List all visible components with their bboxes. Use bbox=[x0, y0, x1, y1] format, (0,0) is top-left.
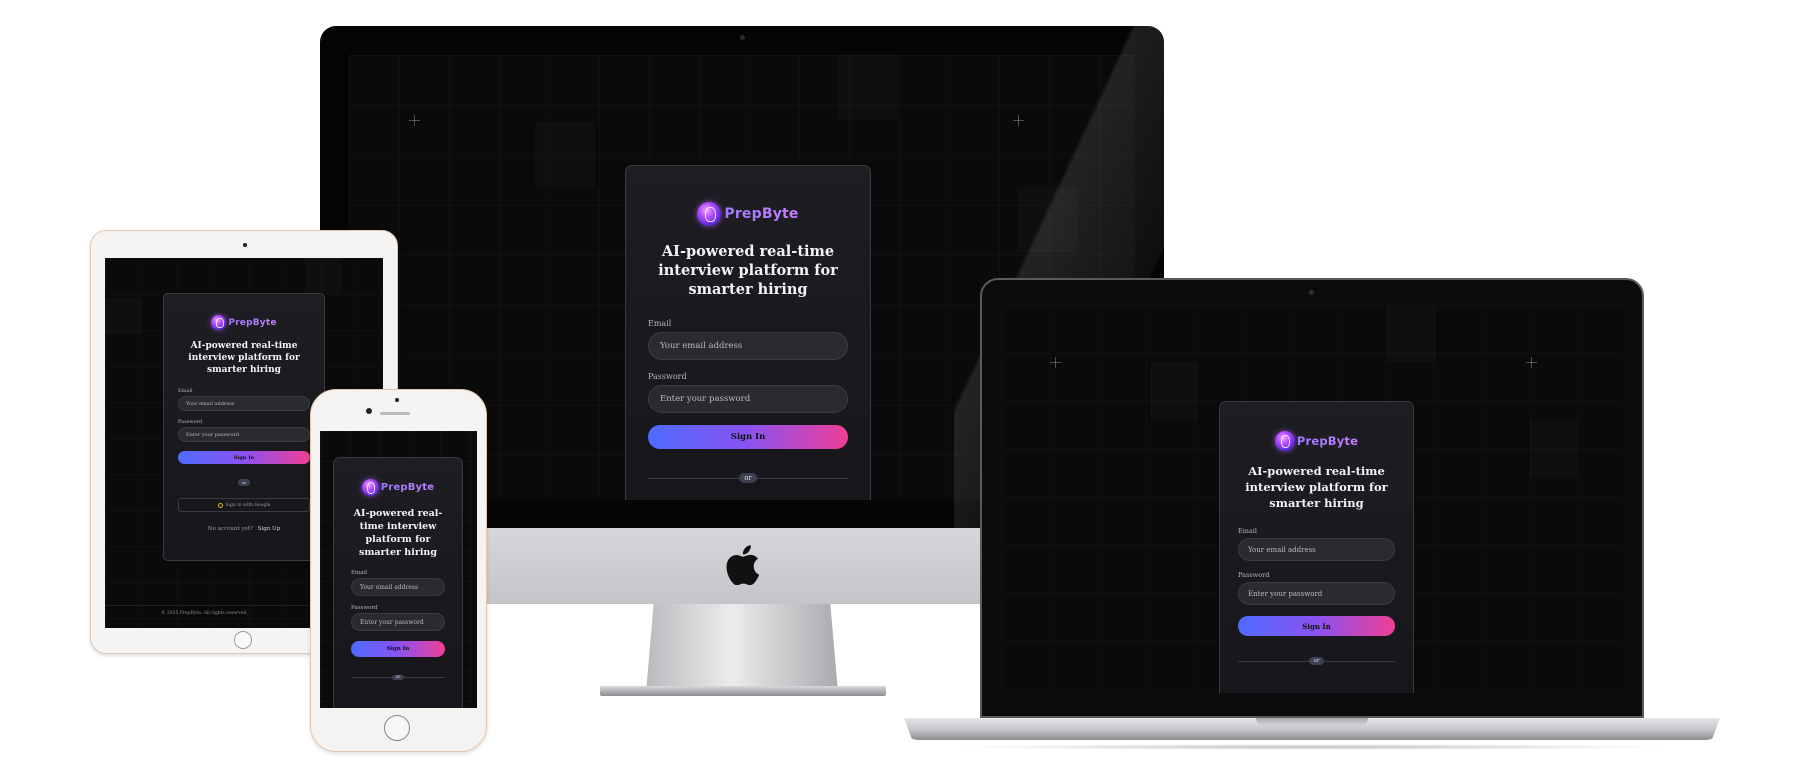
webcam-dot bbox=[740, 35, 745, 40]
brand-logo: PrepByte bbox=[1220, 431, 1413, 451]
background-tile bbox=[105, 298, 141, 334]
sign-in-button[interactable]: Sign In bbox=[178, 451, 310, 464]
or-pill: or bbox=[739, 473, 757, 483]
page-title: AI-powered real-time interview platform … bbox=[188, 341, 300, 375]
brand-name: PrepByte bbox=[724, 206, 799, 222]
tablet-home-button bbox=[234, 631, 252, 649]
or-divider: or bbox=[648, 472, 848, 484]
google-button-label: Sign in with Google bbox=[225, 502, 271, 508]
email-field[interactable]: Your email address bbox=[648, 332, 848, 360]
sign-in-card: PrepByte AI-powered real-time interview … bbox=[625, 165, 871, 500]
background-tile bbox=[305, 258, 341, 294]
or-divider: or bbox=[178, 478, 310, 486]
sign-in-button[interactable]: Sign In bbox=[648, 425, 848, 449]
password-label: Password bbox=[351, 605, 378, 611]
brand-name: PrepByte bbox=[228, 317, 277, 328]
brand-logo: PrepByte bbox=[164, 315, 324, 330]
sign-in-button[interactable]: Sign In bbox=[351, 641, 445, 657]
crosshair-decoration bbox=[1050, 357, 1061, 368]
brand-logo-icon bbox=[211, 315, 227, 330]
background-tile bbox=[1150, 362, 1198, 420]
phone-screen: PrepByte AI-powered real-time interview … bbox=[320, 431, 477, 708]
brand-logo-icon bbox=[697, 202, 722, 226]
password-field[interactable]: Enter your password bbox=[178, 427, 310, 442]
crosshair-decoration bbox=[1526, 357, 1537, 368]
or-pill: or bbox=[1308, 657, 1325, 665]
email-field[interactable]: Your email address bbox=[178, 396, 310, 411]
laptop-hinge-notch bbox=[1256, 718, 1368, 726]
google-sign-in-button[interactable]: Sign in with Google bbox=[178, 498, 310, 512]
or-divider: or bbox=[351, 673, 445, 681]
email-placeholder: Your email address bbox=[186, 400, 235, 407]
brand-logo-icon bbox=[361, 479, 379, 496]
monitor-stand-base bbox=[600, 686, 886, 696]
crosshair-decoration bbox=[409, 115, 420, 126]
laptop-screen: PrepByte AI-powered real-time interview … bbox=[1002, 305, 1623, 693]
password-placeholder: Enter your password bbox=[1248, 589, 1323, 598]
password-field[interactable]: Enter your password bbox=[351, 613, 445, 631]
footer-copyright: © 2025 PrepByte. All rights reserved. bbox=[161, 611, 248, 616]
email-placeholder: Your email address bbox=[360, 583, 419, 591]
brand-logo: PrepByte bbox=[334, 479, 462, 496]
sign-in-card: PrepByte AI-powered real-time interview … bbox=[1219, 401, 1414, 693]
brand-logo-icon bbox=[1274, 431, 1295, 451]
brand-name: PrepByte bbox=[1296, 434, 1359, 448]
page-title: AI-powered real-time interview platform … bbox=[658, 243, 838, 298]
sign-in-button[interactable]: Sign In bbox=[1238, 616, 1395, 636]
phone-sensor bbox=[366, 408, 372, 414]
device-mockup-stage: PrepByte AI-powered real-time interview … bbox=[0, 0, 1800, 760]
email-placeholder: Your email address bbox=[1248, 545, 1316, 554]
password-placeholder: Enter your password bbox=[360, 618, 424, 626]
email-label: Email bbox=[648, 319, 672, 328]
sign-in-card: PrepByte AI-powered real-time interview … bbox=[163, 293, 325, 561]
brand-logo: PrepByte bbox=[626, 202, 870, 226]
background-tile bbox=[1387, 305, 1435, 362]
laptop-camera bbox=[1309, 290, 1314, 295]
apple-logo-icon bbox=[726, 545, 760, 585]
password-field[interactable]: Enter your password bbox=[648, 385, 848, 413]
password-label: Password bbox=[178, 419, 203, 425]
password-placeholder: Enter your password bbox=[660, 394, 751, 404]
password-field[interactable]: Enter your password bbox=[1238, 582, 1395, 605]
sign-up-link[interactable]: Sign Up bbox=[258, 526, 281, 532]
email-field[interactable]: Your email address bbox=[351, 578, 445, 596]
background-tile bbox=[837, 55, 897, 121]
google-icon bbox=[217, 502, 223, 508]
email-label: Email bbox=[351, 570, 368, 576]
laptop-shadow bbox=[950, 744, 1674, 750]
phone-home-button bbox=[384, 715, 410, 741]
phone-camera bbox=[395, 398, 399, 402]
email-label: Email bbox=[178, 388, 193, 394]
no-account-text: No account yet? bbox=[207, 526, 253, 532]
email-placeholder: Your email address bbox=[660, 341, 743, 351]
sign-up-prompt: No account yet? Sign Up bbox=[164, 526, 324, 532]
or-divider: or bbox=[1238, 656, 1395, 666]
or-pill: or bbox=[237, 478, 251, 486]
password-label: Password bbox=[1238, 571, 1270, 579]
brand-name: PrepByte bbox=[380, 482, 435, 493]
page-title: AI-powered real-time interview platform … bbox=[1245, 464, 1388, 510]
password-placeholder: Enter your password bbox=[186, 431, 240, 438]
page-title: AI-powered real-time interview platform … bbox=[353, 508, 443, 558]
sign-in-card: PrepByte AI-powered real-time interview … bbox=[333, 457, 463, 708]
phone-speaker bbox=[380, 412, 410, 415]
background-tile bbox=[1530, 420, 1578, 477]
email-label: Email bbox=[1238, 527, 1257, 535]
tablet-camera bbox=[243, 243, 247, 247]
email-field[interactable]: Your email address bbox=[1238, 538, 1395, 561]
or-pill: or bbox=[391, 674, 405, 680]
background-tile bbox=[535, 122, 595, 187]
monitor-stand bbox=[646, 604, 838, 692]
password-label: Password bbox=[648, 372, 687, 381]
